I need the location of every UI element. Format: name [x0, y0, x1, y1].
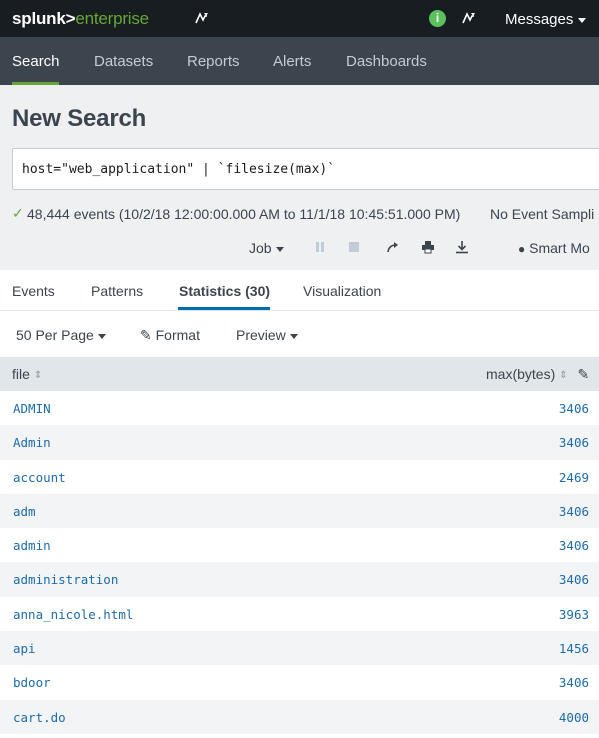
max-bytes-cell[interactable]: 2469	[559, 470, 589, 485]
splunk-logo[interactable]: splunk>enterprise	[12, 9, 149, 29]
caret-down-icon	[578, 17, 587, 23]
search-query: host="web_application" | `filesize(max)`	[22, 162, 336, 177]
nav-dashboards[interactable]: Dashboards	[346, 53, 427, 70]
file-cell[interactable]: ADMIN	[13, 401, 51, 416]
file-cell[interactable]: account	[13, 470, 66, 485]
page-title: New Search	[12, 105, 147, 132]
max-bytes-cell[interactable]: 1456	[559, 641, 589, 656]
format-label: Format	[155, 327, 200, 343]
caret-down-icon	[275, 246, 284, 252]
share-icon[interactable]	[386, 240, 400, 254]
table-row: cart.do 4000	[0, 699, 599, 734]
results-panel: Events Patterns Statistics (30) Visualiz…	[0, 270, 599, 738]
table-row: ADMIN 3406	[0, 391, 599, 425]
table-row: anna_nicole.html 3963	[0, 597, 599, 631]
info-icon[interactable]: i	[429, 10, 446, 27]
file-cell[interactable]: bdoor	[13, 675, 51, 690]
divider	[0, 310, 599, 311]
export-icon[interactable]	[455, 240, 469, 254]
preview-label: Preview	[236, 327, 286, 343]
file-cell[interactable]: adm	[13, 504, 36, 519]
column-header-max-bytes[interactable]: max(bytes) ⇕ ✎	[486, 366, 589, 383]
max-bytes-cell[interactable]: 3406	[559, 572, 589, 587]
event-sampling-dropdown[interactable]: No Event Sampli	[490, 206, 594, 222]
stop-icon[interactable]	[347, 240, 361, 254]
column-header-label: file	[12, 366, 30, 382]
lightbulb-icon: ●	[518, 242, 526, 256]
file-cell[interactable]: Admin	[13, 435, 51, 450]
table-row: bdoor 3406	[0, 665, 599, 699]
print-icon[interactable]	[421, 240, 435, 254]
sort-icon: ⇕	[33, 370, 43, 381]
format-button[interactable]: ✎ Format	[140, 327, 200, 344]
event-count-status[interactable]: 48,444 events (10/2/18 12:00:00.000 AM t…	[27, 206, 460, 222]
tab-patterns[interactable]: Patterns	[91, 283, 143, 299]
file-cell[interactable]: cart.do	[13, 710, 66, 725]
logo-primary: splunk>	[12, 9, 76, 28]
max-bytes-cell[interactable]: 3406	[559, 504, 589, 519]
table-body: ADMIN 3406 Admin 3406 account 2469 adm 3406 …	[0, 391, 599, 734]
file-cell[interactable]: administration	[13, 572, 118, 587]
pencil-icon[interactable]: ✎	[578, 366, 590, 382]
preview-dropdown[interactable]: Preview	[236, 327, 298, 343]
nav-datasets[interactable]: Datasets	[94, 53, 153, 70]
pencil-icon: ✎	[140, 327, 152, 343]
table-row: admin 3406	[0, 528, 599, 562]
max-bytes-cell[interactable]: 3963	[559, 607, 589, 622]
search-input[interactable]: host="web_application" | `filesize(max)`	[12, 148, 599, 190]
file-cell[interactable]: admin	[13, 538, 51, 553]
activity-icon[interactable]	[194, 10, 210, 26]
table-row: Admin 3406	[0, 425, 599, 460]
column-header-file[interactable]: file ⇕	[12, 366, 42, 382]
check-icon: ✓	[12, 205, 24, 221]
max-bytes-cell[interactable]: 3406	[559, 435, 589, 450]
column-header-label: max(bytes)	[486, 366, 556, 382]
activity-icon[interactable]	[461, 10, 477, 26]
nav-alerts[interactable]: Alerts	[273, 53, 311, 70]
nav-reports[interactable]: Reports	[187, 53, 240, 70]
messages-label: Messages	[505, 11, 574, 28]
job-menu[interactable]: Job	[249, 240, 284, 256]
search-mode-label: Smart Mo	[529, 240, 590, 256]
job-label: Job	[249, 240, 272, 256]
table-row: api 1456	[0, 631, 599, 666]
search-mode-menu[interactable]: ● Smart Mo	[518, 240, 590, 256]
tab-visualization[interactable]: Visualization	[303, 283, 381, 299]
file-cell[interactable]: anna_nicole.html	[13, 607, 133, 622]
nav-search[interactable]: Search	[12, 53, 60, 70]
max-bytes-cell[interactable]: 3406	[559, 538, 589, 553]
table-row: adm 3406	[0, 493, 599, 529]
tab-statistics[interactable]: Statistics (30)	[179, 283, 270, 299]
pause-icon[interactable]	[313, 240, 327, 254]
max-bytes-cell[interactable]: 3406	[559, 675, 589, 690]
max-bytes-cell[interactable]: 4000	[559, 710, 589, 725]
file-cell[interactable]: api	[13, 641, 36, 656]
logo-secondary: enterprise	[75, 9, 149, 28]
caret-down-icon	[289, 333, 298, 339]
max-bytes-cell[interactable]: 3406	[559, 401, 589, 416]
table-row: account 2469	[0, 460, 599, 494]
per-page-dropdown[interactable]: 50 Per Page	[16, 327, 106, 343]
sort-icon: ⇕	[559, 370, 568, 381]
tab-events[interactable]: Events	[12, 283, 55, 299]
app-nav: Search Datasets Reports Alerts Dashboard…	[0, 37, 599, 85]
messages-menu[interactable]: Messages	[505, 11, 587, 28]
table-header: file ⇕ max(bytes) ⇕ ✎	[0, 357, 599, 391]
table-row: administration 3406	[0, 562, 599, 597]
per-page-label: 50 Per Page	[16, 327, 94, 343]
top-bar: splunk>enterprise i Messages	[0, 0, 599, 37]
caret-down-icon	[97, 333, 106, 339]
